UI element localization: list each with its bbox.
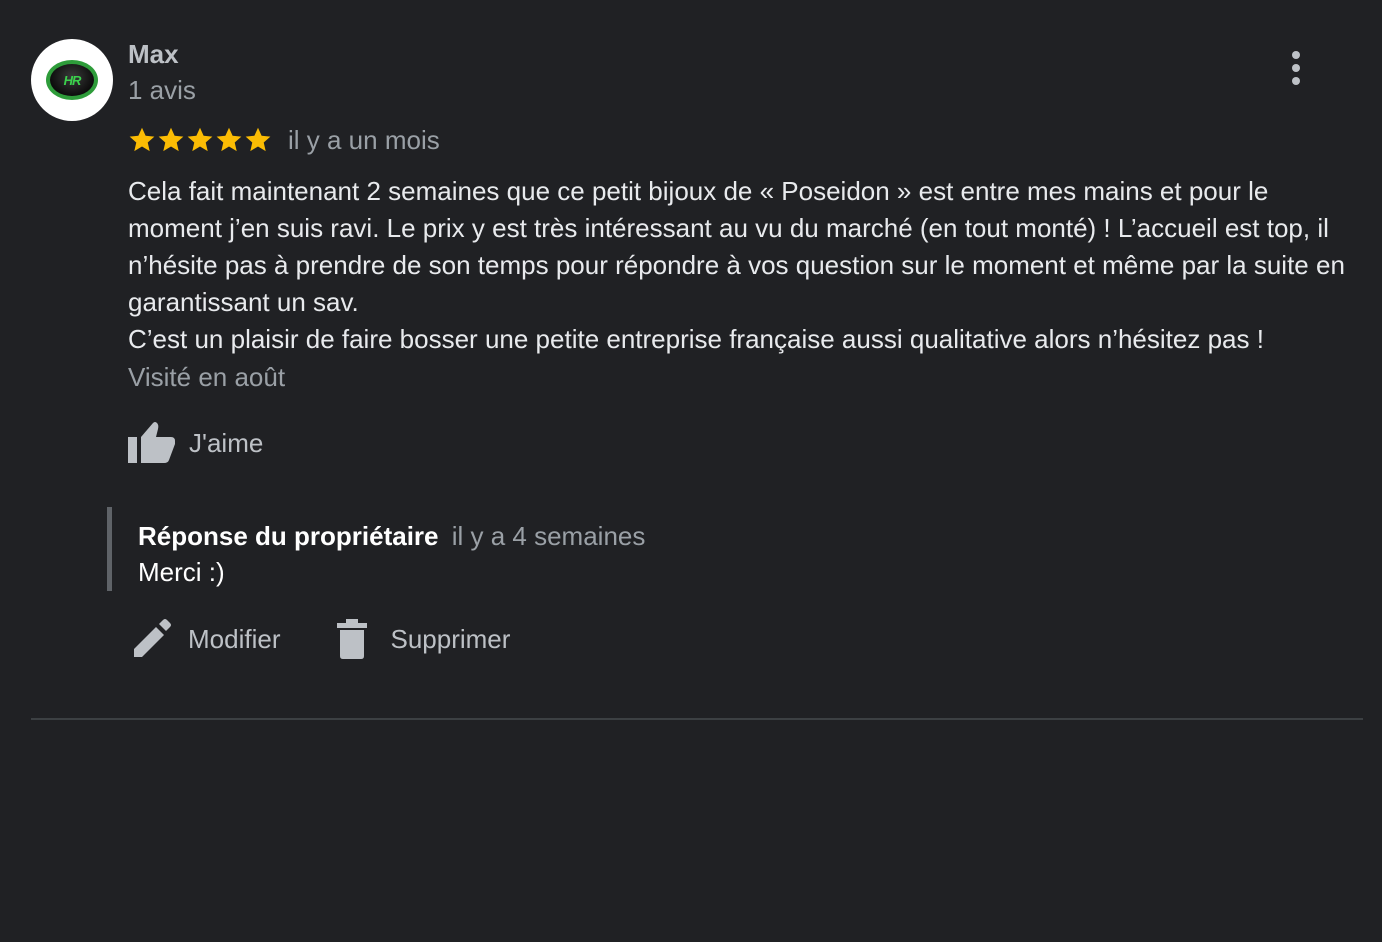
author-avatar[interactable]: HR (31, 39, 113, 121)
like-label: J'aime (189, 427, 264, 458)
star-rating (128, 126, 272, 154)
owner-reply-date: il y a 4 semaines (451, 521, 646, 551)
owner-reply-header: Réponse du propriétaire il y a 4 semaine… (138, 518, 1347, 554)
review-paragraph: Cela fait maintenant 2 semaines que ce p… (128, 176, 1345, 317)
trash-icon (337, 619, 368, 659)
edit-button[interactable]: Modifier (128, 617, 280, 661)
more-options-button[interactable] (1276, 46, 1316, 90)
rating-row: il y a un mois (128, 122, 440, 158)
owner-reply-text: Merci :) (138, 557, 225, 587)
delete-label: Supprimer (390, 623, 511, 654)
star-icon (158, 127, 184, 152)
author-name[interactable]: Max (128, 38, 179, 70)
star-icon (129, 127, 155, 152)
reply-actions: Modifier Supprimer (128, 613, 510, 665)
avatar-logo: HR (46, 60, 98, 100)
edit-label: Modifier (188, 623, 281, 654)
review-date: il y a un mois (288, 124, 440, 155)
author-review-count: 1 avis (128, 75, 196, 105)
star-icon (187, 127, 213, 152)
visit-date: Visité en août (128, 362, 286, 392)
delete-button[interactable]: Supprimer (330, 617, 510, 661)
owner-reply: Réponse du propriétaire il y a 4 semaine… (107, 507, 1347, 591)
review-card: HR Max 1 avis il y a un mois Cela fait m… (0, 0, 1382, 942)
review-paragraph: C’est un plaisir de faire bosser une pet… (128, 324, 1264, 354)
thumb-up-icon (128, 422, 175, 463)
pencil-icon (134, 619, 171, 657)
more-vert-icon (1292, 51, 1300, 59)
more-vert-icon-dot (1292, 77, 1300, 85)
divider (31, 718, 1363, 720)
star-icon (216, 127, 242, 152)
star-icon (245, 127, 271, 152)
more-vert-icon-dot (1292, 64, 1300, 72)
like-button[interactable]: J'aime (128, 418, 263, 468)
review-text: Cela fait maintenant 2 semaines que ce p… (128, 173, 1368, 358)
owner-reply-title: Réponse du propriétaire (138, 521, 439, 551)
